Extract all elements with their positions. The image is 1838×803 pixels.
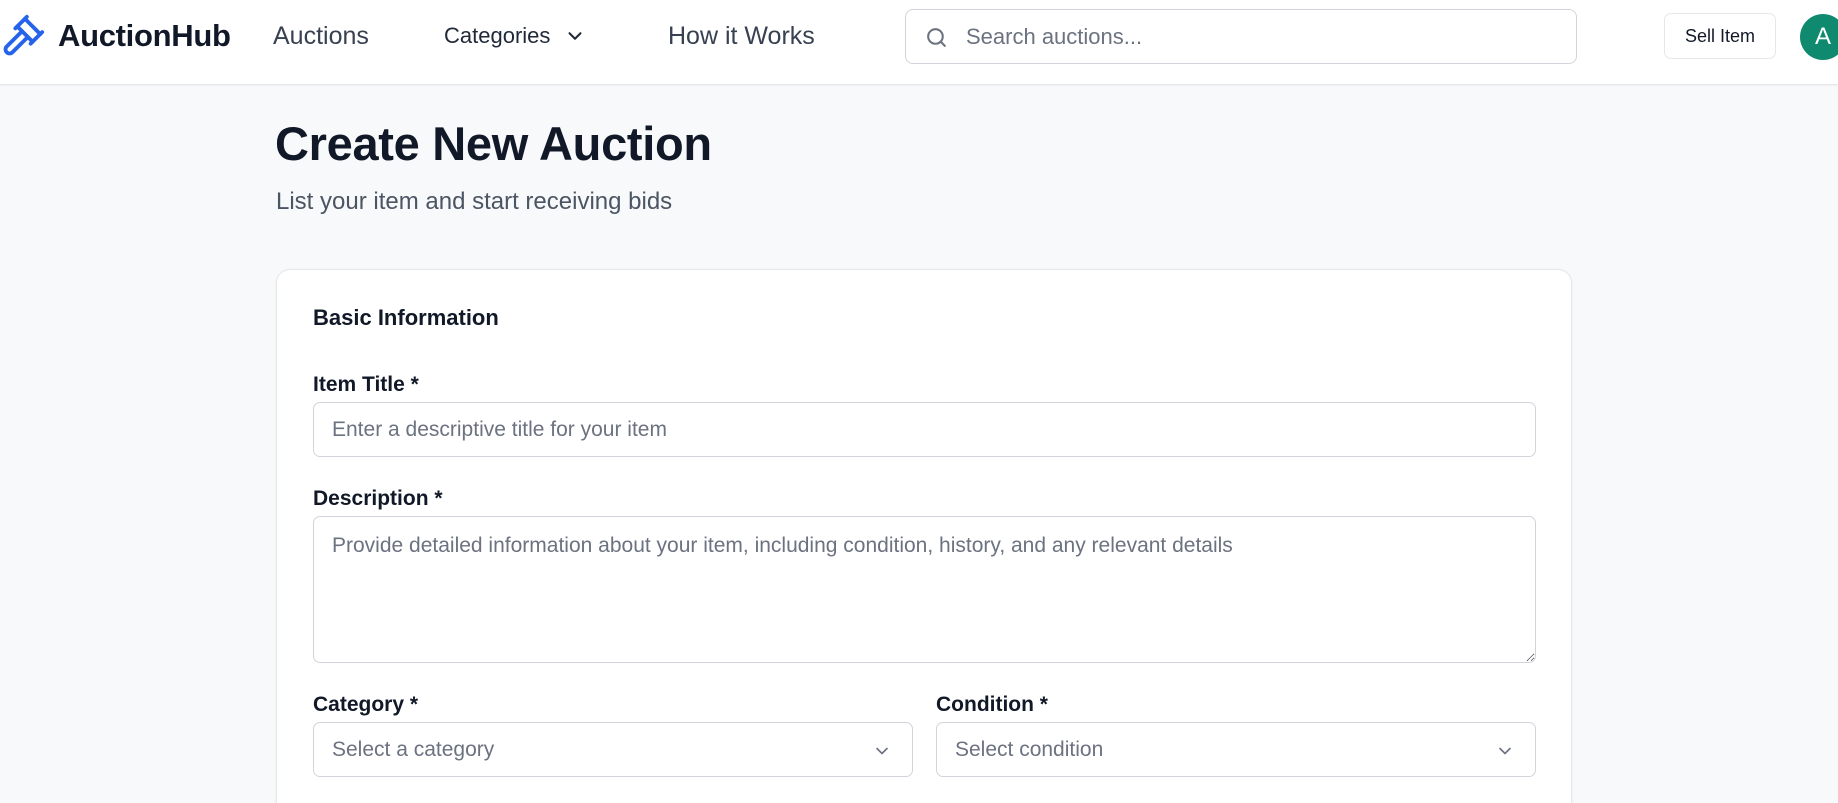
- description-label: Description *: [313, 487, 443, 510]
- gavel-icon: [3, 14, 45, 56]
- chevron-down-icon: [568, 32, 582, 40]
- description-textarea[interactable]: [313, 516, 1536, 663]
- condition-select[interactable]: Select condition: [936, 722, 1536, 777]
- category-select-placeholder: Select a category: [332, 737, 495, 761]
- condition-label: Condition *: [936, 693, 1048, 716]
- brand-name: AuctionHub: [58, 18, 231, 53]
- section-title: Basic Information: [313, 305, 499, 330]
- nav-categories-dropdown[interactable]: Categories: [444, 18, 586, 54]
- nav-link-auctions[interactable]: Auctions: [273, 18, 369, 54]
- sell-item-button[interactable]: Sell Item: [1664, 13, 1776, 59]
- item-title-input[interactable]: [313, 402, 1536, 457]
- basic-information-card: Basic Information Item Title * Descripti…: [276, 269, 1572, 803]
- search-input[interactable]: [966, 10, 1566, 63]
- item-title-label: Item Title *: [313, 373, 419, 396]
- chevron-down-icon: [1499, 747, 1511, 755]
- nav-categories-label: Categories: [444, 23, 551, 48]
- nav-link-how-it-works[interactable]: How it Works: [668, 18, 815, 54]
- brand-logo-link[interactable]: AuctionHub: [0, 12, 231, 60]
- category-label: Category *: [313, 693, 419, 716]
- search-icon: [927, 28, 946, 47]
- top-navigation-bar: AuctionHub Auctions Categories How it Wo…: [0, 0, 1838, 85]
- search-bar: [905, 9, 1577, 64]
- category-select[interactable]: Select a category: [313, 722, 913, 777]
- page-title: Create New Auction: [275, 117, 712, 170]
- condition-select-placeholder: Select condition: [955, 737, 1104, 761]
- page-subtitle: List your item and start receiving bids: [276, 188, 673, 215]
- chevron-down-icon: [876, 747, 888, 755]
- user-avatar[interactable]: A: [1800, 14, 1838, 60]
